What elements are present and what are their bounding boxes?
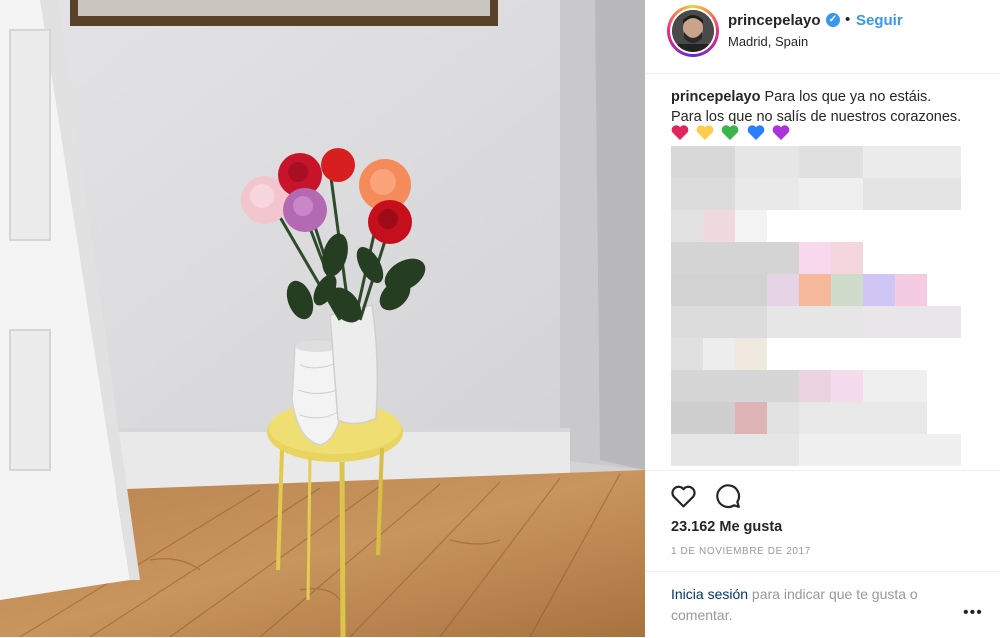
post-date[interactable]: 1 DE NOVIEMBRE DE 2017: [671, 546, 811, 557]
post-actions: 23.162 Me gusta 1 DE NOVIEMBRE DE 2017 I…: [645, 470, 1000, 638]
list-item: [671, 146, 961, 178]
blue-heart-icon: [747, 124, 767, 142]
list-item: [671, 242, 863, 274]
post-side-panel: princepelayo ✓ • Seguir Madrid, Spain pr…: [645, 0, 1000, 637]
verified-badge-icon: ✓: [826, 13, 840, 27]
list-item: [671, 274, 927, 306]
purple-heart-icon: [772, 124, 792, 142]
list-item: [671, 402, 927, 434]
avatar[interactable]: [667, 5, 719, 57]
login-prompt: Inicia sesión para indicar que te gusta …: [645, 571, 1000, 623]
yellow-heart-icon: [696, 124, 716, 142]
location-link[interactable]: Madrid, Spain: [728, 34, 808, 49]
list-item: [671, 306, 961, 338]
list-item: [671, 338, 767, 370]
login-text: Inicia sesión para indicar que te gusta …: [671, 584, 971, 626]
post-caption: princepelayo Para los que ya no estáis. …: [671, 87, 991, 127]
comments-pixelated: [671, 146, 991, 470]
list-item: [671, 210, 767, 242]
flowers-photo-image: [0, 0, 645, 637]
more-options-icon[interactable]: •••: [963, 604, 983, 622]
list-item: [671, 370, 927, 402]
comment-bubble-icon[interactable]: [715, 483, 741, 509]
list-item: [671, 178, 961, 210]
caption-emojis: [671, 124, 792, 145]
post-header: princepelayo ✓ • Seguir Madrid, Spain: [645, 0, 1000, 74]
likes-count[interactable]: 23.162 Me gusta: [671, 519, 782, 535]
separator-dot: •: [845, 11, 851, 28]
follow-button[interactable]: Seguir: [856, 12, 903, 29]
heart-outline-icon[interactable]: [670, 484, 697, 508]
caption-line-1: Para los que ya no estáis.: [764, 89, 932, 105]
post-photo[interactable]: [0, 0, 645, 637]
caption-line-2: Para los que no salís de nuestros corazo…: [671, 109, 962, 125]
red-heart-icon: [671, 124, 691, 142]
profile-photo-icon: [672, 10, 714, 52]
username-link[interactable]: princepelayo: [728, 12, 821, 29]
green-heart-icon: [721, 124, 741, 142]
login-link[interactable]: Inicia sesión: [671, 586, 748, 602]
list-item: [671, 434, 961, 466]
caption-username-link[interactable]: princepelayo: [671, 89, 760, 105]
